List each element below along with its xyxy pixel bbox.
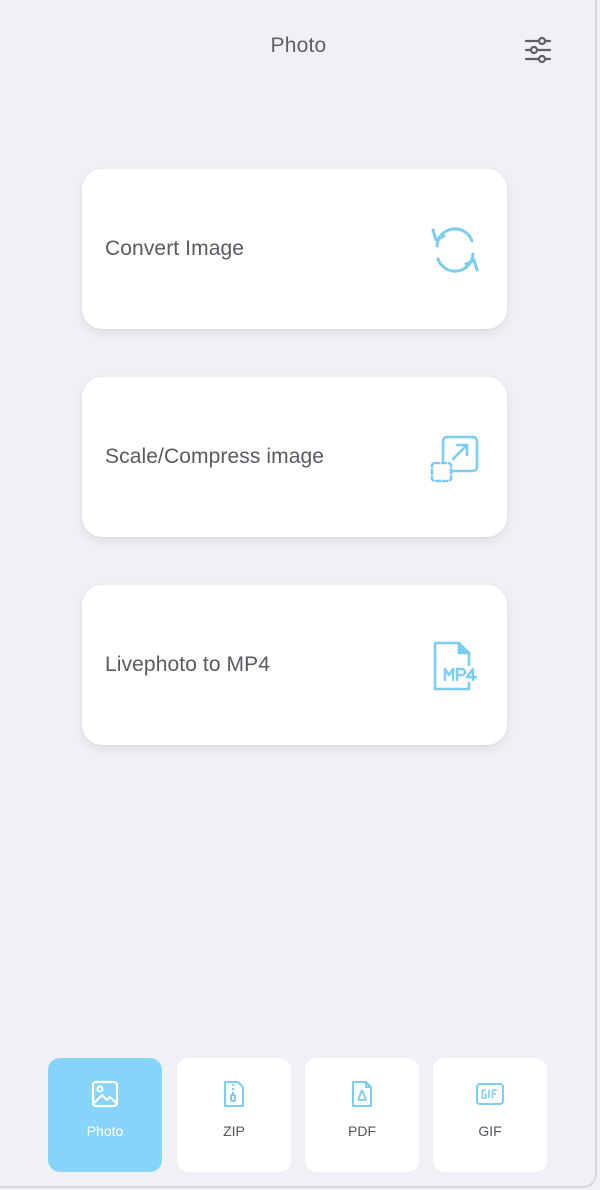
tab-gif-label: GIF	[478, 1123, 502, 1139]
tab-gif[interactable]: GIF	[433, 1058, 547, 1172]
livephoto-mp4-card[interactable]: Livephoto to MP4	[82, 585, 507, 745]
page-title: Photo	[270, 34, 327, 57]
convert-image-card[interactable]: Convert Image	[82, 169, 507, 329]
convert-image-label: Convert Image	[105, 237, 245, 260]
pdf-file-icon	[352, 1081, 372, 1107]
tab-zip[interactable]: ZIP	[177, 1058, 291, 1172]
gif-icon	[476, 1083, 504, 1105]
convert-icon	[431, 227, 479, 273]
zip-file-icon	[224, 1081, 244, 1107]
tab-pdf-label: PDF	[348, 1123, 376, 1139]
scale-compress-label: Scale/Compress image	[105, 445, 325, 468]
bottom-tab-bar: Photo ZIP PDF GIF	[48, 1058, 548, 1173]
mp4-file-icon	[433, 641, 481, 691]
tab-zip-label: ZIP	[223, 1123, 245, 1139]
livephoto-mp4-label: Livephoto to MP4	[105, 653, 271, 676]
resize-icon	[430, 435, 479, 483]
settings-button[interactable]	[520, 33, 556, 67]
tab-photo[interactable]: Photo	[48, 1058, 162, 1172]
tab-pdf[interactable]: PDF	[305, 1058, 419, 1172]
app-frame: Photo Convert Image Scale/Compress image	[0, 0, 597, 1188]
scale-compress-card[interactable]: Scale/Compress image	[82, 377, 507, 537]
tab-photo-label: Photo	[86, 1123, 124, 1139]
image-icon	[91, 1080, 119, 1108]
sliders-icon	[524, 36, 552, 64]
